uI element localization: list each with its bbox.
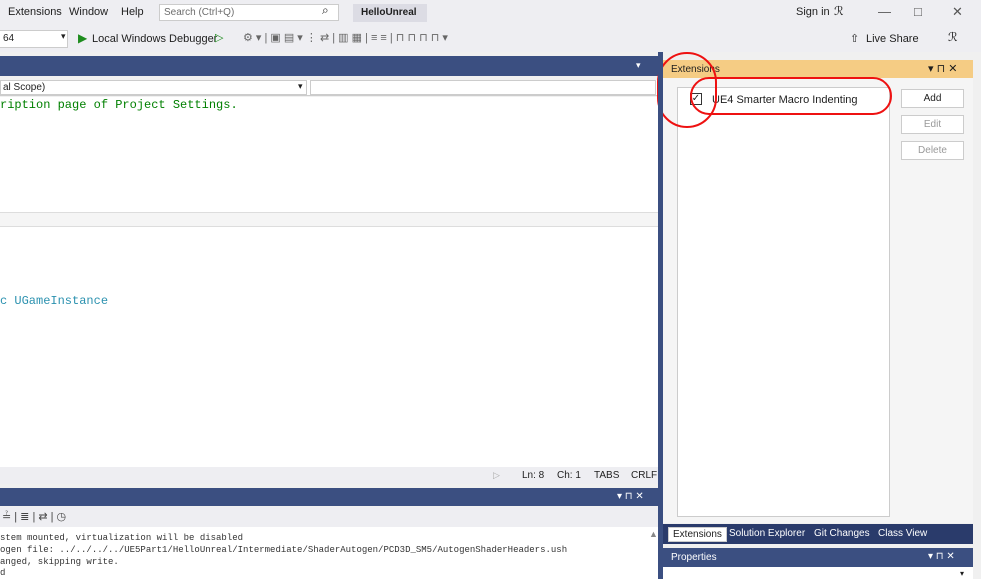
project-name-badge: HelloUnreal <box>353 4 427 22</box>
chevron-down-icon[interactable]: ▾ <box>960 569 964 578</box>
delete-button[interactable]: Delete <box>901 141 964 160</box>
properties-body <box>663 567 973 579</box>
output-toolbar <box>0 507 658 527</box>
status-tabs: TABS <box>594 470 620 481</box>
search-input[interactable]: Search (Ctrl+Q) <box>159 4 339 21</box>
search-icon[interactable]: ⌕ <box>322 3 329 18</box>
annotation-ellipse <box>690 77 892 115</box>
menu-help[interactable]: Help <box>121 6 144 18</box>
code-editor-top[interactable] <box>0 97 658 212</box>
output-toolbar-icons[interactable]: ≟ | ≣ | ⇄ | ◷ <box>2 510 66 523</box>
output-line: d <box>0 568 6 578</box>
add-button[interactable]: Add <box>901 89 964 108</box>
account-icon[interactable]: ℛ <box>834 4 844 18</box>
output-line: anged, skipping write. <box>0 557 119 567</box>
output-line: stem mounted, virtualization will be dis… <box>0 533 244 543</box>
editor-tab-header <box>0 56 658 76</box>
tab-solution-explorer[interactable]: Solution Explorer <box>725 527 809 540</box>
code-class-line: c UGameInstance <box>0 294 109 308</box>
menu-extensions[interactable]: Extensions <box>8 6 62 18</box>
scope-combo[interactable]: al Scope) <box>0 80 307 95</box>
properties-header-buttons[interactable]: ▾ ⊓ ✕ <box>928 551 955 562</box>
sign-in-link[interactable]: Sign in <box>796 6 830 18</box>
tab-extensions[interactable]: Extensions <box>668 527 727 542</box>
feedback-icon[interactable]: ℛ <box>948 30 958 44</box>
close-button[interactable]: ✕ <box>952 4 963 20</box>
toolbar-tools-icons[interactable]: ⚙ ▾ | ▣ ▤ ▾ ⋮ ⇄ | ▥ ▦ | ≡ ≡ | ⊓ ⊓ ⊓ ⊓ ▾ <box>243 31 448 44</box>
debugger-button[interactable]: Local Windows Debugger <box>92 33 217 45</box>
properties-title: Properties <box>671 552 717 563</box>
editor-splitter[interactable] <box>0 212 658 227</box>
scroll-up-icon[interactable]: ▲ <box>649 529 658 539</box>
member-combo[interactable] <box>310 80 656 95</box>
status-eol: CRLF <box>631 470 658 481</box>
panel-splitter[interactable] <box>658 52 663 579</box>
extensions-list[interactable] <box>677 87 890 517</box>
code-editor-bottom[interactable] <box>0 227 658 467</box>
tab-class-view[interactable]: Class View <box>874 527 931 540</box>
code-comment-line: ription page of Project Settings. <box>0 98 238 112</box>
share-icon[interactable]: ⇧ <box>850 32 859 45</box>
edit-button[interactable]: Edit <box>901 115 964 134</box>
minimize-button[interactable]: — <box>878 4 891 19</box>
tab-dropdown-icon[interactable]: ▾ <box>636 60 641 71</box>
live-share-button[interactable]: Live Share <box>866 33 919 45</box>
status-col: Ch: 1 <box>557 470 581 481</box>
output-header-buttons[interactable]: ▾ ⊓ ✕ <box>617 491 644 502</box>
panel-header-buttons[interactable]: ▾ ⊓ ✕ <box>928 62 957 75</box>
scroll-right-icon[interactable]: ▷ <box>493 470 500 481</box>
menu-window[interactable]: Window <box>69 6 108 18</box>
output-header <box>0 488 658 506</box>
output-line: ogen file: ../../../../UE5Part1/HelloUnr… <box>0 545 568 555</box>
tab-git-changes[interactable]: Git Changes <box>810 527 874 540</box>
play-icon[interactable]: ▶ <box>78 31 87 45</box>
chevron-down-icon[interactable]: ▾ <box>298 81 303 92</box>
output-pane[interactable]: stem mounted, virtualization will be dis… <box>0 527 658 579</box>
platform-combo[interactable]: 64 <box>0 30 68 48</box>
start-without-debugging-icon[interactable]: ▷ <box>215 31 223 44</box>
chevron-down-icon[interactable]: ▾ <box>61 31 66 42</box>
maximize-button[interactable]: □ <box>914 4 922 19</box>
status-line: Ln: 8 <box>522 470 545 481</box>
